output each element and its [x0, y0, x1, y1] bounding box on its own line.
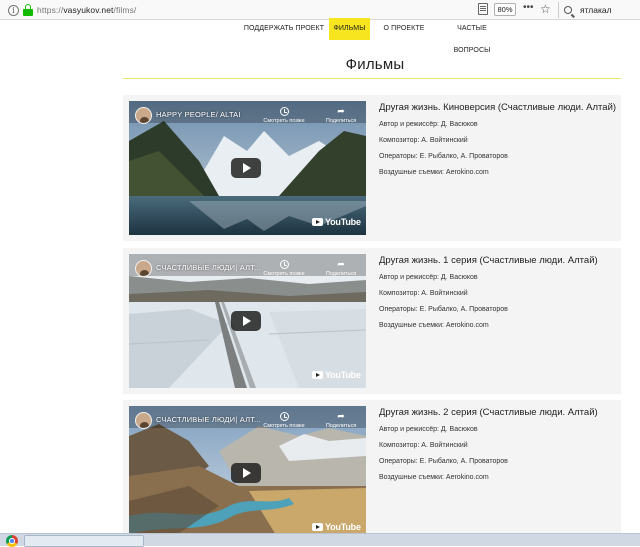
film-composer: Композитор: А. Войтинский — [379, 442, 468, 449]
youtube-label: YouTube — [325, 370, 361, 380]
youtube-label: YouTube — [325, 217, 361, 227]
youtube-logo[interactable]: YouTube — [312, 522, 361, 532]
film-info: Другая жизнь. 2 серия (Счастливые люди. … — [379, 407, 614, 490]
page-actions-icon[interactable]: ••• — [523, 3, 534, 13]
clock-icon — [279, 260, 289, 269]
film-card: HAPPY PEOPLE/ ALTAI Смотреть позже ➦ Под… — [123, 95, 621, 241]
share-button[interactable]: ➦ Поделиться — [319, 259, 363, 278]
site-info-icon[interactable]: i — [8, 4, 19, 16]
play-button[interactable] — [231, 158, 261, 178]
youtube-logo[interactable]: YouTube — [312, 370, 361, 380]
watch-later-label: Смотреть позже — [263, 271, 305, 277]
zoom-level[interactable]: 80% — [494, 3, 516, 16]
nav-item-support[interactable]: ПОДДЕРЖАТЬ ПРОЕКТ — [238, 18, 330, 40]
film-aerial: Воздушные съемки: Aerokino.com — [379, 322, 489, 329]
film-card: СЧАСТЛИВЫЕ ЛЮДИ| АЛТ... Смотреть позже ➦… — [123, 400, 621, 546]
share-label: Поделиться — [325, 271, 357, 277]
title-divider — [123, 78, 621, 79]
film-director: Автор и режиссёр: Д. Васюков — [379, 426, 478, 433]
channel-avatar[interactable] — [135, 412, 152, 429]
site-nav: ПОДДЕРЖАТЬ ПРОЕКТ ФИЛЬМЫ О ПРОЕКТЕ ЧАСТЫ… — [0, 18, 640, 54]
channel-avatar[interactable] — [135, 260, 152, 277]
url-path: /films/ — [113, 5, 137, 15]
video-player[interactable]: СЧАСТЛИВЫЕ ЛЮДИ| АЛТ... Смотреть позже ➦… — [129, 406, 366, 540]
watch-later-label: Смотреть позже — [263, 423, 305, 429]
channel-avatar[interactable] — [135, 107, 152, 124]
watch-later-button[interactable]: Смотреть позже — [260, 260, 308, 277]
address-bar[interactable]: i https://vasyukov.net/films/ — [2, 2, 522, 18]
film-title[interactable]: Другая жизнь. 2 серия (Счастливые люди. … — [379, 407, 614, 418]
reader-view-icon[interactable] — [478, 3, 488, 15]
film-aerial: Воздушные съемки: Aerokino.com — [379, 474, 489, 481]
share-icon: ➦ — [337, 411, 345, 421]
share-label: Поделиться — [325, 118, 357, 124]
url-domain: vasyukov.net — [63, 5, 114, 15]
film-operators: Операторы: Е. Рыбалко, А. Проваторов — [379, 306, 508, 313]
watch-later-button[interactable]: Смотреть позже — [260, 107, 308, 124]
youtube-icon — [312, 523, 323, 531]
search-icon — [564, 6, 572, 14]
play-button[interactable] — [231, 463, 261, 483]
os-taskbar — [0, 533, 640, 547]
video-player[interactable]: HAPPY PEOPLE/ ALTAI Смотреть позже ➦ Под… — [129, 101, 366, 235]
film-operators: Операторы: Е. Рыбалко, А. Проваторов — [379, 153, 508, 160]
youtube-label: YouTube — [325, 522, 361, 532]
film-director: Автор и режиссёр: Д. Васюков — [379, 274, 478, 281]
share-button[interactable]: ➦ Поделиться — [319, 106, 363, 125]
video-title[interactable]: СЧАСТЛИВЫЕ ЛЮДИ| АЛТ... — [156, 263, 261, 272]
nav-item-films[interactable]: ФИЛЬМЫ — [329, 18, 370, 40]
youtube-logo[interactable]: YouTube — [312, 217, 361, 227]
film-director: Автор и режиссёр: Д. Васюков — [379, 121, 478, 128]
film-composer: Композитор: А. Войтинский — [379, 137, 468, 144]
video-player[interactable]: СЧАСТЛИВЫЕ ЛЮДИ| АЛТ... Смотреть позже ➦… — [129, 254, 366, 388]
watch-later-button[interactable]: Смотреть позже — [260, 412, 308, 429]
youtube-icon — [312, 218, 323, 226]
video-title[interactable]: HAPPY PEOPLE/ ALTAI — [156, 110, 241, 119]
film-title[interactable]: Другая жизнь. Киноверсия (Счастливые люд… — [379, 102, 616, 113]
url-text[interactable]: https://vasyukov.net/films/ — [37, 5, 136, 15]
nav-item-about[interactable]: О ПРОЕКТЕ — [381, 18, 427, 40]
nav-item-faq[interactable]: ЧАСТЫЕ ВОПРОСЫ — [438, 18, 506, 54]
taskbar-window-button[interactable] — [24, 535, 144, 547]
browser-toolbar: i https://vasyukov.net/films/ 80% ••• ☆ … — [0, 0, 640, 20]
film-card: СЧАСТЛИВЫЕ ЛЮДИ| АЛТ... Смотреть позже ➦… — [123, 248, 621, 394]
film-operators: Операторы: Е. Рыбалко, А. Проваторов — [379, 458, 508, 465]
share-icon: ➦ — [337, 259, 345, 269]
chrome-icon[interactable] — [6, 535, 18, 547]
bookmark-star-icon[interactable]: ☆ — [540, 2, 551, 16]
film-info: Другая жизнь. Киноверсия (Счастливые люд… — [379, 102, 616, 185]
youtube-icon — [312, 371, 323, 379]
lock-icon[interactable] — [23, 4, 33, 16]
share-label: Поделиться — [325, 423, 357, 429]
clock-icon — [279, 107, 289, 116]
film-composer: Композитор: А. Войтинский — [379, 290, 468, 297]
watch-later-label: Смотреть позже — [263, 118, 305, 124]
video-title[interactable]: СЧАСТЛИВЫЕ ЛЮДИ| АЛТ... — [156, 415, 261, 424]
play-button[interactable] — [231, 311, 261, 331]
share-button[interactable]: ➦ Поделиться — [319, 411, 363, 430]
search-box[interactable]: ятлакал — [558, 2, 640, 18]
share-icon: ➦ — [337, 106, 345, 116]
search-input[interactable]: ятлакал — [580, 5, 612, 15]
clock-icon — [279, 412, 289, 421]
url-prefix: https:// — [37, 5, 64, 15]
page-title: Фильмы — [345, 56, 405, 73]
film-title[interactable]: Другая жизнь. 1 серия (Счастливые люди. … — [379, 255, 614, 266]
film-info: Другая жизнь. 1 серия (Счастливые люди. … — [379, 255, 614, 338]
film-aerial: Воздушные съемки: Aerokino.com — [379, 169, 489, 176]
